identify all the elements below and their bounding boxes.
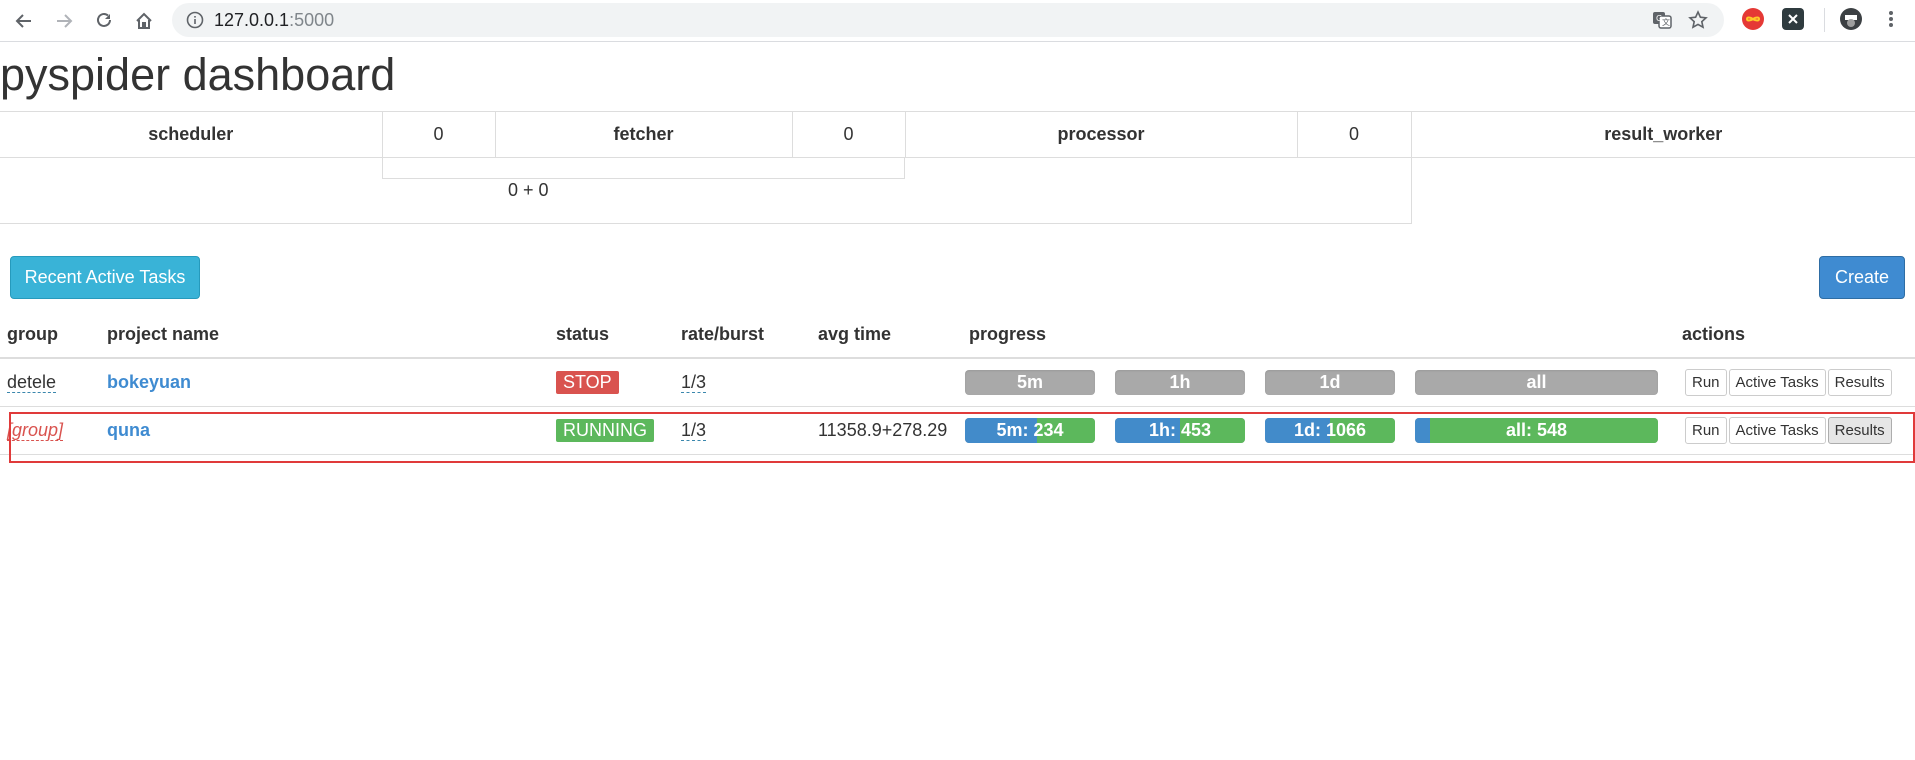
col-rate-burst: rate/burst [674, 311, 811, 359]
col-progress: progress [962, 311, 1675, 359]
progress-1d-label: 1d: 1066 [1293, 419, 1367, 440]
queue-bracket [382, 158, 905, 179]
results-button[interactable]: Results [1827, 368, 1892, 396]
page-title: pyspider dashboard [0, 49, 396, 100]
extension-infinity-icon[interactable] [1742, 8, 1764, 30]
rate-burst-editable[interactable]: 1/3 [681, 371, 707, 393]
col-project-name: project name [100, 311, 549, 359]
group-editable[interactable]: [group] [7, 419, 64, 441]
empty-cell [1411, 158, 1915, 224]
recent-active-tasks-button[interactable]: Recent Active Tasks [10, 256, 200, 299]
avg-time [811, 358, 962, 407]
projects-table: group project name status rate/burst avg… [0, 311, 1915, 455]
progress-5m: 5m: 234 [965, 417, 1095, 443]
progress-1h-label: 1h: 453 [1148, 419, 1212, 440]
profile-avatar-icon[interactable] [1840, 8, 1862, 30]
group-editable[interactable]: detele [7, 371, 57, 393]
col-group: group [0, 311, 100, 359]
active-tasks-button[interactable]: Active Tasks [1728, 368, 1826, 396]
progress-all-label: all: 548 [1505, 419, 1568, 440]
progress-group: 5m: 234 1h: 453 1d: 1066 all: 548 [965, 417, 1675, 443]
translate-icon[interactable]: G文 [1652, 10, 1672, 30]
progress-all: all: 548 [1415, 417, 1658, 443]
scheduler-counter: 0 [381, 111, 496, 158]
progress-1d: 1d [1265, 369, 1395, 395]
status-badge[interactable]: RUNNING [556, 418, 654, 442]
result-worker-label: result_worker [1410, 111, 1915, 158]
active-tasks-button[interactable]: Active Tasks [1728, 416, 1826, 444]
queue-sum-cell: 0 + 0 [0, 157, 1412, 224]
url-text: 127.0.0.1:5000 [214, 3, 334, 37]
results-button[interactable]: Results [1827, 416, 1892, 444]
progress-5m: 5m [965, 369, 1095, 395]
col-status: status [549, 311, 674, 359]
toolbar-divider [1824, 8, 1825, 32]
home-icon[interactable] [128, 5, 160, 37]
extension-x-icon[interactable] [1782, 8, 1804, 30]
bookmark-star-icon[interactable] [1688, 10, 1708, 30]
address-bar[interactable]: 127.0.0.1:5000 G文 [172, 3, 1724, 37]
run-button[interactable]: Run [1685, 416, 1727, 444]
progress-1d-label: 1d [1319, 371, 1341, 392]
forward-icon[interactable] [48, 5, 80, 37]
create-button[interactable]: Create [1819, 256, 1905, 299]
progress-1h: 1h [1115, 369, 1245, 395]
back-icon[interactable] [8, 5, 40, 37]
fetcher-counter: 0 [791, 111, 906, 158]
table-row: detele bokeyuan STOP 1/3 5m 1h 1d all Ru… [0, 358, 1915, 407]
progress-5m-label: 5m [1016, 371, 1043, 392]
url-port: :5000 [289, 10, 335, 30]
progress-1d: 1d: 1066 [1265, 417, 1395, 443]
progress-1h-label: 1h [1169, 371, 1191, 392]
svg-text:文: 文 [1662, 17, 1670, 27]
avg-time: 11358.9+278.29 [811, 406, 962, 455]
site-info-icon[interactable] [186, 11, 204, 29]
table-row: [group] quna RUNNING 1/3 11358.9+278.29 … [0, 406, 1915, 455]
queue-sum: 0 + 0 [507, 180, 549, 200]
rate-burst-editable[interactable]: 1/3 [681, 419, 707, 441]
progress-all-label: all [1526, 371, 1547, 392]
fetcher-label: fetcher [494, 111, 793, 158]
progress-5m-label: 5m: 234 [996, 419, 1064, 440]
project-name-link[interactable]: bokeyuan [107, 372, 191, 392]
browser-toolbar: 127.0.0.1:5000 G文 [0, 0, 1915, 42]
progress-1h: 1h: 453 [1115, 417, 1245, 443]
project-name-link[interactable]: quna [107, 420, 150, 440]
progress-all: all [1415, 369, 1658, 395]
run-button[interactable]: Run [1685, 368, 1727, 396]
col-actions: actions [1675, 311, 1915, 359]
url-host: 127.0.0.1 [214, 10, 290, 30]
col-avg-time: avg time [811, 311, 962, 359]
processor-label: processor [904, 111, 1298, 158]
progress-group: 5m 1h 1d all [965, 369, 1675, 395]
status-badge[interactable]: STOP [556, 370, 619, 394]
scheduler-label: scheduler [0, 111, 383, 158]
queue-counters-table: scheduler 0 fetcher 0 processor 0 result… [0, 111, 1915, 224]
processor-counter: 0 [1296, 111, 1412, 158]
menu-kebab-icon[interactable] [1880, 8, 1902, 30]
reload-icon[interactable] [88, 5, 120, 37]
